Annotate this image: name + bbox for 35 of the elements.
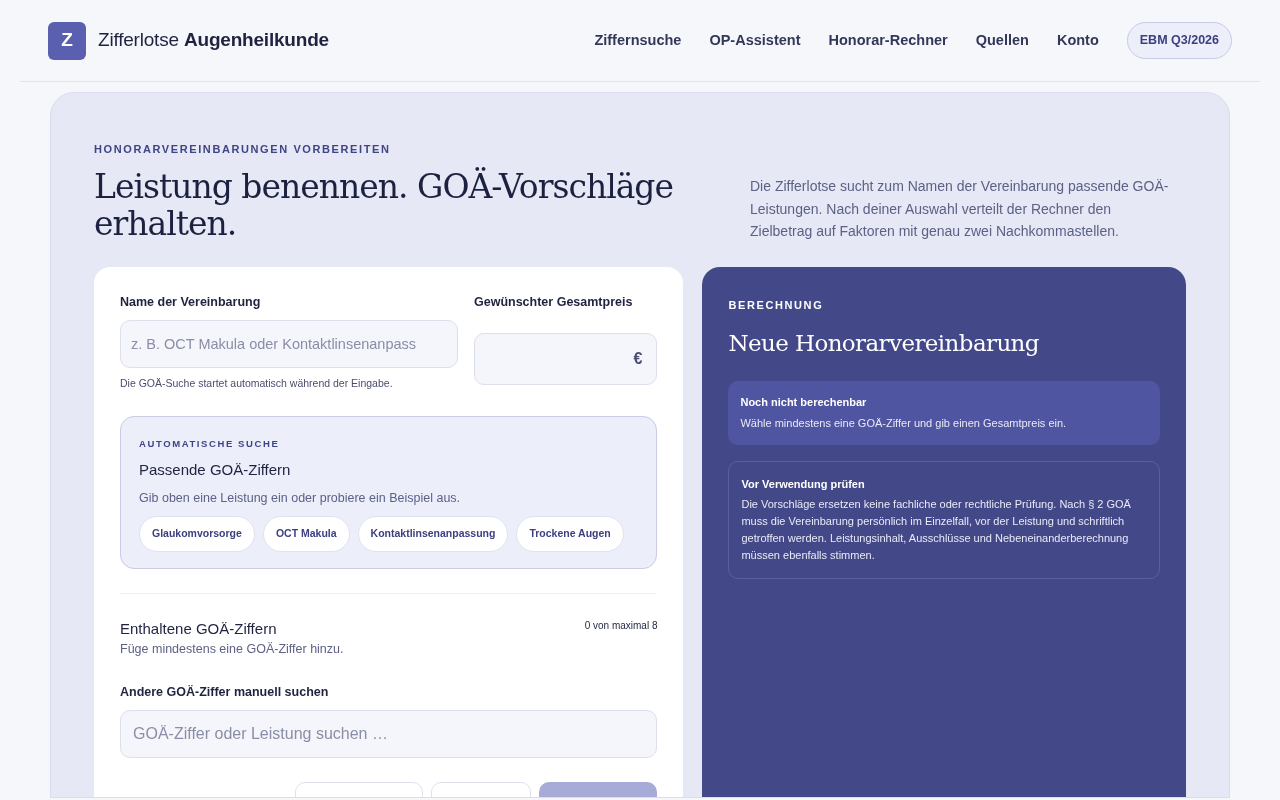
notice-title: Vor Verwendung prüfen	[741, 476, 866, 492]
example-chip[interactable]: Glaukomvorsorge	[139, 516, 255, 552]
notice-text: Die Vorschläge ersetzen keine fachliche oder rechtliche Prüfung. Nach § 2 GOÄ muss die Vereinbarung persönlich im Einzelfall, vor der Leistung und schriftlich getroffen werden. Leistungsinhalt, Ausschlüsse und Nebeneinanderberechnung müssen ebenfalls stimmen.	[741, 497, 1132, 564]
result-title: Neue Honorarvereinbarung	[728, 329, 1040, 358]
field-label: Gewünschter Gesamtpreis	[474, 294, 634, 311]
nav-link[interactable]: Quellen	[975, 29, 1029, 52]
hint-text: Die GOÄ-Suche startet automatisch während der Eingabe.	[120, 375, 394, 391]
field-label: Andere GOÄ-Ziffer manuell suchen	[120, 684, 330, 701]
section-title: Enthaltene GOÄ-Ziffern	[120, 618, 277, 639]
panel-title: Passende GOÄ-Ziffern	[139, 459, 292, 480]
count-text: 0 von maximal 8	[584, 618, 658, 633]
section-text: Füge mindestens eine GOÄ-Ziffer hinzu.	[120, 641, 345, 659]
search-field[interactable]: GOÄ-Ziffer oder Leistung suchen …	[120, 709, 658, 758]
nav-link[interactable]: Honorar-Rechner	[828, 29, 948, 52]
nav-link[interactable]: OP-Assistent	[709, 29, 801, 52]
currency-symbol: €	[633, 348, 643, 369]
intro-text: Die Zifferlotse sucht zum Namen der Vereinbarung passende GOÄ-Leistungen. Nach deiner Auswahl verteilt der Rechner den Zielbetrag auf Faktoren mit genau zwei Nachkommastellen.	[750, 177, 1170, 242]
field-label: Name der Vereinbarung	[120, 294, 262, 311]
eyebrow-text: AUTOMATISCHE SUCHE	[139, 436, 281, 451]
nav-link[interactable]: Konto	[1056, 29, 1099, 52]
logo-icon[interactable]: Z	[48, 21, 86, 60]
example-chip[interactable]: Trockene Augen	[516, 516, 624, 552]
status-title: Noch nicht berechenbar	[740, 395, 868, 411]
version-badge: EBM Q3/2026	[1126, 22, 1232, 59]
eyebrow-text: BERECHNUNG	[728, 298, 825, 313]
nav-link[interactable]: Ziffernsuche	[594, 29, 682, 52]
eyebrow-text: HONORARVEREINBARUNGEN VORBEREITEN	[94, 142, 392, 157]
name-field[interactable]: z. B. OCT Makula oder Kontaktlinsenanpass	[120, 319, 458, 368]
page-title: Leistung benennen. GOÄ-Vorschläge erhalten.	[94, 167, 674, 244]
example-chip[interactable]: Kontaktlinsenanpassung	[357, 516, 509, 552]
example-chip[interactable]: OCT Makula	[262, 516, 350, 552]
price-field[interactable]: €	[474, 332, 658, 385]
panel-text: Gib oben eine Leistung ein oder probiere ein Beispiel aus.	[139, 490, 462, 508]
brand-name[interactable]: Zifferlotse Augenheilkunde	[98, 26, 329, 55]
status-text: Wähle mindestens eine GOÄ-Ziffer und gib einen Gesamtpreis ein.	[740, 415, 1068, 431]
